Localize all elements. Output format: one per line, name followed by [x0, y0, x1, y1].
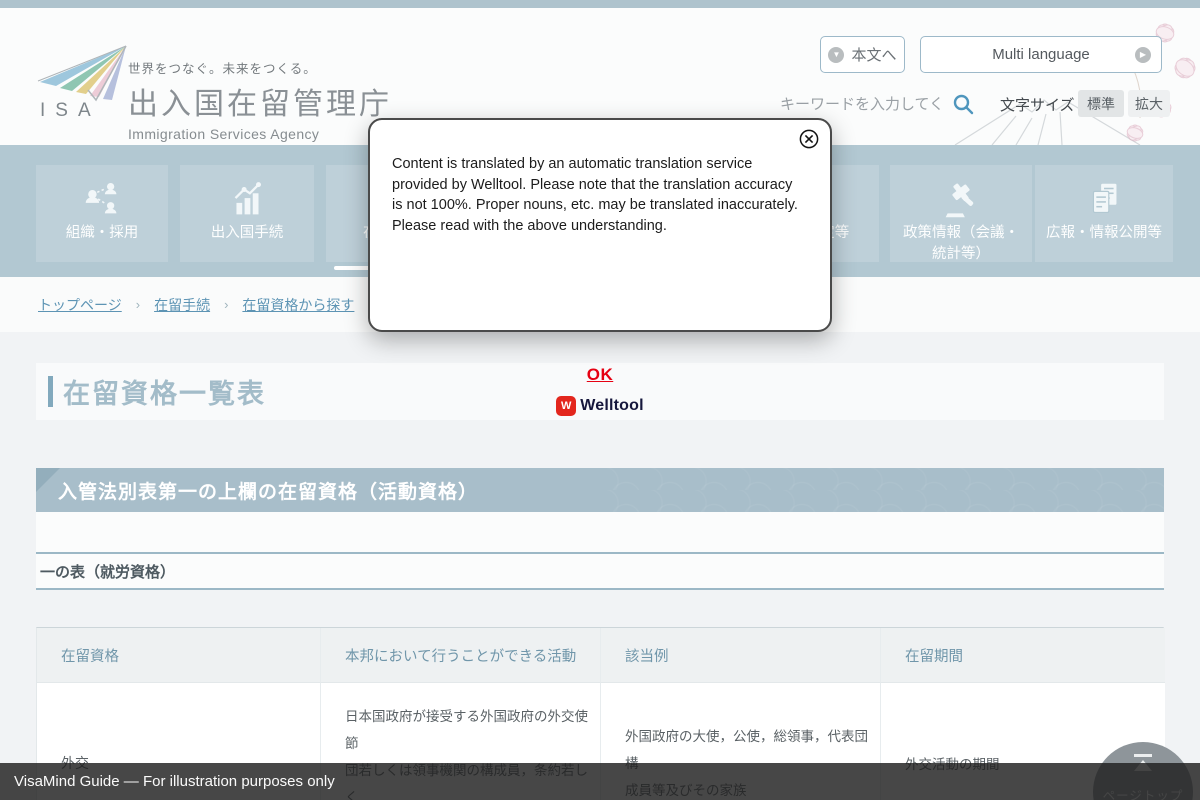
column-header-status: 在留資格	[37, 628, 321, 683]
breadcrumb-home-link[interactable]: トップページ	[38, 295, 122, 315]
agency-logo-text: 世界をつなぐ。未来をつくる。 出入国在留管理庁 Immigration Serv…	[128, 58, 392, 142]
nav-tab-label: 出入国手続	[205, 223, 290, 244]
watermark-text: VisaMind Guide — For illustration purpos…	[14, 773, 335, 790]
isa-lettermark: ISA	[40, 100, 101, 122]
multi-language-label: Multi language	[992, 46, 1090, 63]
nav-tab-policy-information[interactable]: 政策情報（会議・統計等）	[890, 165, 1032, 262]
breadcrumb-residency-link[interactable]: 在留手続	[154, 295, 210, 315]
nav-tab-label: 広報・情報公開等	[1040, 223, 1168, 244]
agency-title: 出入国在留管理庁	[128, 79, 392, 123]
nav-tab-entry-procedures[interactable]: 出入国手続	[180, 165, 314, 262]
column-header-period: 在留期間	[881, 628, 1165, 683]
chevron-right-circle-icon: ▶	[1135, 47, 1151, 63]
page-top-arrow-icon	[1134, 754, 1152, 757]
ok-button[interactable]: OK	[587, 365, 614, 384]
agency-tagline: 世界をつなぐ。未来をつくる。	[128, 58, 392, 77]
nav-tab-public-relations[interactable]: 広報・情報公開等	[1035, 165, 1173, 262]
breadcrumb-separator: ›	[224, 297, 228, 312]
top-accent-strip	[0, 0, 1200, 8]
welltool-logo-icon: W	[556, 396, 576, 416]
font-size-large-button[interactable]: 拡大	[1128, 90, 1170, 117]
search-input[interactable]	[780, 96, 945, 113]
cherry-blossom-fuji-art-icon	[780, 8, 1200, 145]
translation-notice-modal: Content is translated by an automatic tr…	[368, 118, 832, 332]
column-header-activity: 本邦において行うことができる活動	[321, 628, 601, 683]
title-accent-bar	[48, 376, 53, 407]
section-spacer	[36, 512, 1164, 552]
multi-language-button[interactable]: Multi language ▶	[920, 36, 1162, 73]
bar-chart-icon	[224, 177, 270, 223]
gavel-icon	[938, 177, 984, 223]
page-title: 在留資格一覧表	[63, 372, 266, 411]
section-title: 入管法別表第一の上欄の在留資格（活動資格）	[58, 477, 478, 504]
welltool-brand: W Welltool	[370, 396, 830, 416]
subsection-heading: 一の表（就労資格）	[36, 552, 1164, 590]
skip-to-content-label: 本文へ	[851, 44, 896, 65]
documents-icon	[1081, 177, 1127, 223]
nav-tab-organization[interactable]: 組織・採用	[36, 165, 168, 262]
nav-tab-label: 組織・採用	[60, 223, 145, 244]
subsection-title: 一の表（就労資格）	[40, 561, 175, 582]
watermark-bar: VisaMind Guide — For illustration purpos…	[0, 763, 1200, 800]
search-area	[780, 90, 975, 118]
search-icon[interactable]	[951, 92, 975, 116]
column-header-example: 該当例	[601, 628, 881, 683]
page: ISA 世界をつなぐ。未来をつくる。 出入国在留管理庁 Immigration …	[0, 0, 1200, 800]
skip-to-content-button[interactable]: ▼ 本文へ	[820, 36, 905, 73]
breadcrumb-separator: ›	[136, 297, 140, 312]
seigaiha-wave-pattern	[604, 468, 1164, 512]
font-size-label: 文字サイズ	[1000, 94, 1075, 115]
breadcrumb-search-by-status-link[interactable]: 在留資格から探す	[242, 295, 354, 315]
font-size-standard-button[interactable]: 標準	[1078, 90, 1124, 117]
close-icon[interactable]	[799, 129, 819, 149]
chevron-down-circle-icon: ▼	[828, 47, 844, 63]
translation-notice-text: Content is translated by an automatic tr…	[392, 154, 812, 236]
people-network-icon	[79, 177, 125, 223]
agency-subtitle: Immigration Services Agency	[128, 126, 392, 142]
section-banner: 入管法別表第一の上欄の在留資格（活動資格）	[36, 468, 1164, 512]
banner-corner-accent	[36, 468, 60, 492]
isa-paper-plane-logo-icon	[36, 42, 128, 104]
welltool-logo-text: Welltool	[580, 397, 644, 415]
nav-tab-label: 政策情報（会議・統計等）	[890, 223, 1032, 265]
